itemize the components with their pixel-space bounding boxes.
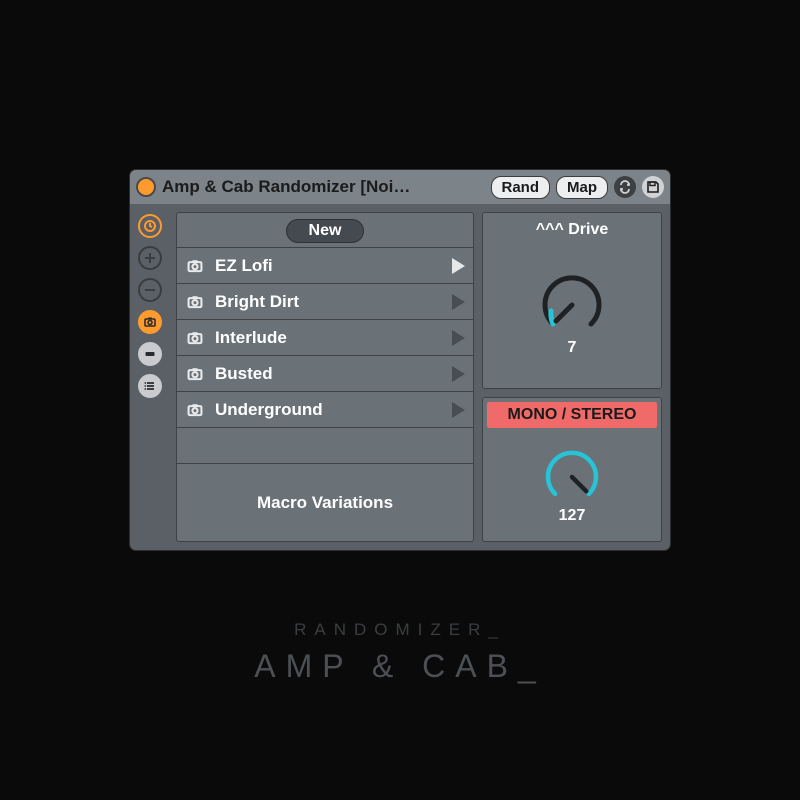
play-icon[interactable] <box>452 366 465 382</box>
device-titlebar: Amp & Cab Randomizer [Noi… Rand Map <box>130 170 670 204</box>
device-body: New EZ Lofi Bright Dirt <box>130 204 670 550</box>
preset-row[interactable]: Busted <box>177 355 473 391</box>
preset-label: Underground <box>215 400 442 420</box>
swap-icon[interactable] <box>614 176 636 198</box>
play-icon[interactable] <box>452 330 465 346</box>
preset-row[interactable]: EZ Lofi <box>177 247 473 283</box>
preset-row-empty <box>177 427 473 463</box>
device-active-dot[interactable] <box>136 177 156 197</box>
mono-stereo-knob[interactable] <box>540 445 604 509</box>
drive-knob[interactable] <box>536 269 608 341</box>
param-panel: ^^^ Drive 7 MONO / STEREO <box>482 212 662 542</box>
drive-param: ^^^ Drive 7 <box>482 212 662 389</box>
camera-icon <box>185 364 205 384</box>
play-icon[interactable] <box>452 258 465 274</box>
camera-icon <box>185 256 205 276</box>
new-preset-button[interactable]: New <box>286 219 365 243</box>
macro-variations-label: Macro Variations <box>177 463 473 541</box>
preset-label: Bright Dirt <box>215 292 442 312</box>
save-icon[interactable] <box>642 176 664 198</box>
collapse-icon[interactable] <box>138 342 162 366</box>
list-icon[interactable] <box>138 374 162 398</box>
camera-icon <box>185 400 205 420</box>
sidebar <box>138 212 168 542</box>
camera-icon <box>185 292 205 312</box>
caption-line2: AMP & CAB_ <box>0 648 800 685</box>
history-icon[interactable] <box>138 214 162 238</box>
preset-list: EZ Lofi Bright Dirt In <box>177 247 473 463</box>
drive-label: ^^^ Drive <box>487 219 657 243</box>
mono-stereo-param: MONO / STEREO 127 <box>482 397 662 542</box>
device-title: Amp & Cab Randomizer [Noi… <box>162 177 485 197</box>
device-rack: Amp & Cab Randomizer [Noi… Rand Map <box>130 170 670 550</box>
minus-icon[interactable] <box>138 278 162 302</box>
rand-button[interactable]: Rand <box>491 176 551 199</box>
mono-stereo-value: 127 <box>559 507 586 525</box>
preset-label: Busted <box>215 364 442 384</box>
preset-label: Interlude <box>215 328 442 348</box>
preset-panel: New EZ Lofi Bright Dirt <box>176 212 474 542</box>
map-button[interactable]: Map <box>556 176 608 199</box>
camera-icon <box>185 328 205 348</box>
preset-label: EZ Lofi <box>215 256 442 276</box>
preset-row[interactable]: Interlude <box>177 319 473 355</box>
camera-icon[interactable] <box>138 310 162 334</box>
preset-row[interactable]: Underground <box>177 391 473 427</box>
caption-line1: RANDOMIZER_ <box>0 620 800 640</box>
mono-stereo-label[interactable]: MONO / STEREO <box>487 402 657 428</box>
caption: RANDOMIZER_ AMP & CAB_ <box>0 620 800 685</box>
play-icon[interactable] <box>452 402 465 418</box>
drive-value: 7 <box>568 339 577 357</box>
play-icon[interactable] <box>452 294 465 310</box>
plus-icon[interactable] <box>138 246 162 270</box>
preset-row[interactable]: Bright Dirt <box>177 283 473 319</box>
